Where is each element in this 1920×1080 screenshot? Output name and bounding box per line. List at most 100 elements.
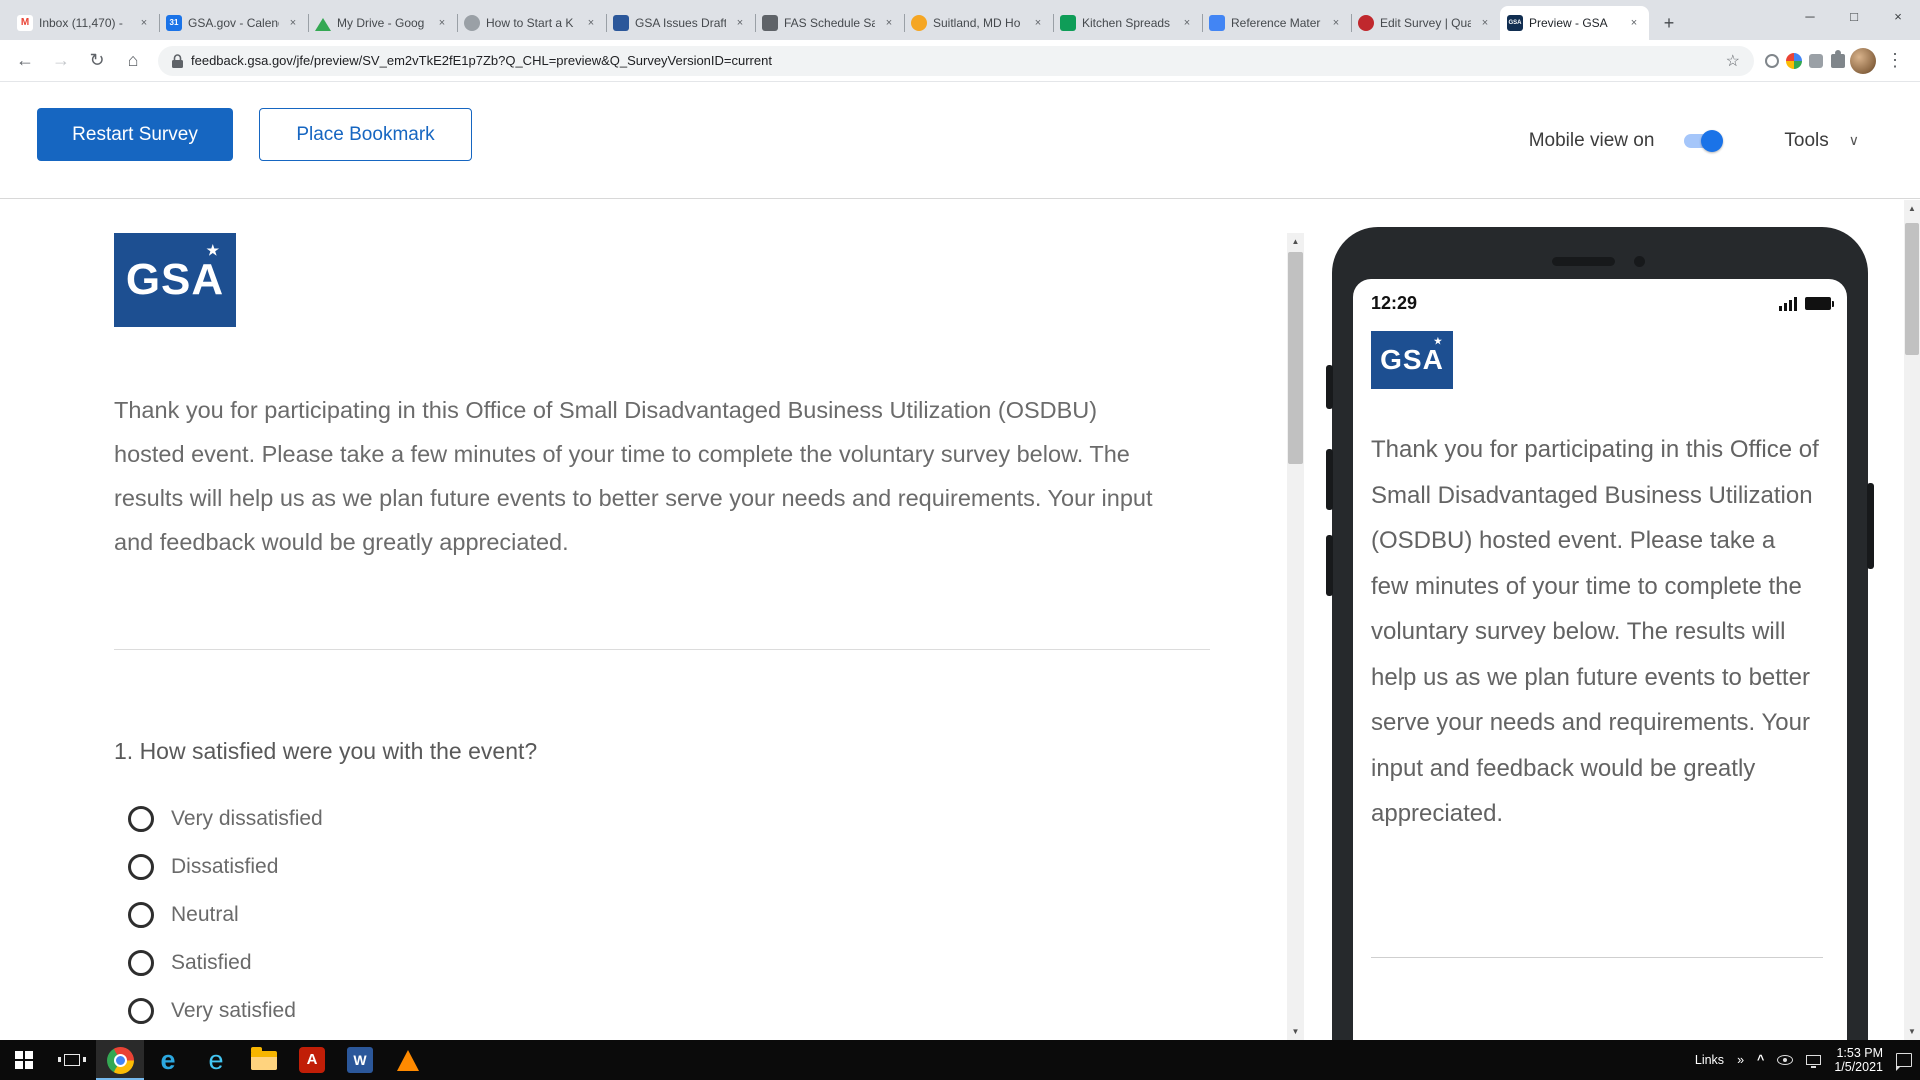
forward-icon[interactable]: → — [44, 44, 78, 78]
place-bookmark-button[interactable]: Place Bookmark — [259, 108, 472, 161]
page-scrollbar[interactable]: ▲ ▼ — [1904, 200, 1920, 1040]
bookmark-star-icon[interactable]: ☆ — [1726, 51, 1740, 71]
close-button[interactable]: × — [1876, 0, 1920, 32]
tab-close-icon[interactable]: × — [1179, 15, 1195, 31]
chevron-down-icon[interactable]: ∨ — [1849, 132, 1859, 149]
tab-gsa-calendar[interactable]: GSA.gov - Calend × — [159, 6, 308, 40]
tab-gsa-issues[interactable]: GSA Issues Draft × — [606, 6, 755, 40]
radio-label: Satisfied — [171, 951, 252, 975]
taskbar-word-button[interactable]: W — [336, 1040, 384, 1080]
scrollbar-track[interactable] — [1287, 250, 1304, 1023]
weather-icon — [911, 15, 927, 31]
extension-icon[interactable] — [1784, 51, 1804, 71]
clock-date: 1/5/2021 — [1834, 1060, 1883, 1074]
radio-button[interactable] — [128, 998, 154, 1024]
chrome-icon — [107, 1047, 134, 1074]
start-button[interactable] — [0, 1040, 48, 1080]
radio-option-very-satisfied[interactable]: Very satisfied — [128, 994, 323, 1028]
tab-suitland-weather[interactable]: Suitland, MD Ho × — [904, 6, 1053, 40]
tab-title: FAS Schedule Sa — [784, 16, 875, 30]
radio-button[interactable] — [128, 854, 154, 880]
tab-my-drive[interactable]: My Drive - Goog × — [308, 6, 457, 40]
tray-expand-icon[interactable]: ^ — [1757, 1053, 1764, 1067]
phone-volume-button — [1326, 535, 1333, 596]
tab-close-icon[interactable]: × — [1030, 15, 1046, 31]
tab-close-icon[interactable]: × — [583, 15, 599, 31]
taskbar-acrobat-button[interactable]: A — [288, 1040, 336, 1080]
radio-button[interactable] — [128, 902, 154, 928]
extension-icon[interactable] — [1762, 51, 1782, 71]
tab-close-icon[interactable]: × — [1626, 15, 1642, 31]
taskbar-chrome-button[interactable] — [96, 1040, 144, 1080]
extensions-puzzle-icon[interactable] — [1828, 51, 1848, 71]
tab-close-icon[interactable]: × — [732, 15, 748, 31]
mobile-phone-preview: 12:29 GSA ★ Thank you for participating … — [1332, 227, 1868, 1040]
tab-how-to-start[interactable]: How to Start a K × — [457, 6, 606, 40]
links-chevron-icon[interactable]: » — [1737, 1053, 1744, 1067]
tab-gmail-inbox[interactable]: Inbox (11,470) - × — [10, 6, 159, 40]
tab-close-icon[interactable]: × — [881, 15, 897, 31]
taskbar-file-explorer-button[interactable] — [240, 1040, 288, 1080]
gsa-star-icon: ★ — [206, 242, 220, 259]
gsa-logo: GSA ★ — [114, 233, 236, 327]
site-icon — [464, 15, 480, 31]
tab-close-icon[interactable]: × — [1328, 15, 1344, 31]
sheets-icon — [1060, 15, 1076, 31]
tab-fas-schedule[interactable]: FAS Schedule Sa × — [755, 6, 904, 40]
tab-kitchen-spreadsheet[interactable]: Kitchen Spreads × — [1053, 6, 1202, 40]
divider — [114, 649, 1210, 650]
radio-option-satisfied[interactable]: Satisfied — [128, 946, 323, 980]
tools-menu[interactable]: Tools — [1784, 130, 1828, 152]
scrollbar-thumb[interactable] — [1288, 252, 1303, 464]
taskbar-ie-button[interactable]: e — [192, 1040, 240, 1080]
scroll-up-icon[interactable]: ▲ — [1904, 200, 1920, 217]
home-icon[interactable]: ⌂ — [116, 44, 150, 78]
battery-icon — [1805, 297, 1831, 310]
radio-option-dissatisfied[interactable]: Dissatisfied — [128, 850, 323, 884]
tab-close-icon[interactable]: × — [434, 15, 450, 31]
restart-survey-button[interactable]: Restart Survey — [37, 108, 233, 161]
tab-edit-survey-qualtrics[interactable]: Edit Survey | Qua × — [1351, 6, 1500, 40]
tab-preview-gsa-active[interactable]: Preview - GSA × — [1500, 6, 1649, 40]
minimize-button[interactable]: ─ — [1788, 0, 1832, 32]
radio-option-very-dissatisfied[interactable]: Very dissatisfied — [128, 802, 323, 836]
taskbar-vlc-button[interactable] — [384, 1040, 432, 1080]
taskbar-edge-button[interactable]: e — [144, 1040, 192, 1080]
radio-button[interactable] — [128, 950, 154, 976]
browser-menu-icon[interactable]: ⋮ — [1878, 44, 1912, 78]
scroll-up-icon[interactable]: ▲ — [1287, 233, 1304, 250]
extension-icon[interactable] — [1806, 51, 1826, 71]
radio-option-neutral[interactable]: Neutral — [128, 898, 323, 932]
mobile-view-toggle[interactable] — [1684, 134, 1720, 148]
tab-close-icon[interactable]: × — [136, 15, 152, 31]
desktop-preview-scrollbar[interactable]: ▲ ▼ — [1287, 233, 1304, 1040]
scrollbar-thumb[interactable] — [1905, 223, 1919, 355]
task-view-button[interactable] — [48, 1040, 96, 1080]
links-toolbar[interactable]: Links — [1695, 1053, 1724, 1067]
taskbar-clock[interactable]: 1:53 PM 1/5/2021 — [1834, 1046, 1883, 1074]
radio-button[interactable] — [128, 806, 154, 832]
phone-side-button — [1326, 365, 1333, 409]
tab-close-icon[interactable]: × — [285, 15, 301, 31]
back-icon[interactable]: ← — [8, 44, 42, 78]
address-bar[interactable]: feedback.gsa.gov/jfe/preview/SV_em2vTkE2… — [158, 46, 1754, 76]
maximize-button[interactable]: □ — [1832, 0, 1876, 32]
tab-reference-materials[interactable]: Reference Mater × — [1202, 6, 1351, 40]
radio-label: Neutral — [171, 903, 239, 927]
profile-avatar[interactable] — [1850, 48, 1876, 74]
network-icon[interactable] — [1806, 1055, 1821, 1065]
tab-close-icon[interactable]: × — [1477, 15, 1493, 31]
calendar-icon — [166, 15, 182, 31]
scroll-down-icon[interactable]: ▼ — [1287, 1023, 1304, 1040]
preview-toolbar: Restart Survey Place Bookmark Mobile vie… — [0, 83, 1920, 199]
new-tab-button[interactable]: + — [1655, 9, 1683, 37]
window-controls: ─ □ × — [1788, 0, 1920, 32]
tab-title: Inbox (11,470) - — [39, 16, 130, 30]
document-icon — [613, 15, 629, 31]
reload-icon[interactable]: ↻ — [80, 44, 114, 78]
tab-title: Edit Survey | Qua — [1380, 16, 1471, 30]
scroll-down-icon[interactable]: ▼ — [1904, 1023, 1920, 1040]
tray-eye-icon[interactable] — [1777, 1055, 1793, 1065]
action-center-icon[interactable] — [1896, 1053, 1912, 1067]
scrollbar-track[interactable] — [1904, 217, 1920, 1023]
